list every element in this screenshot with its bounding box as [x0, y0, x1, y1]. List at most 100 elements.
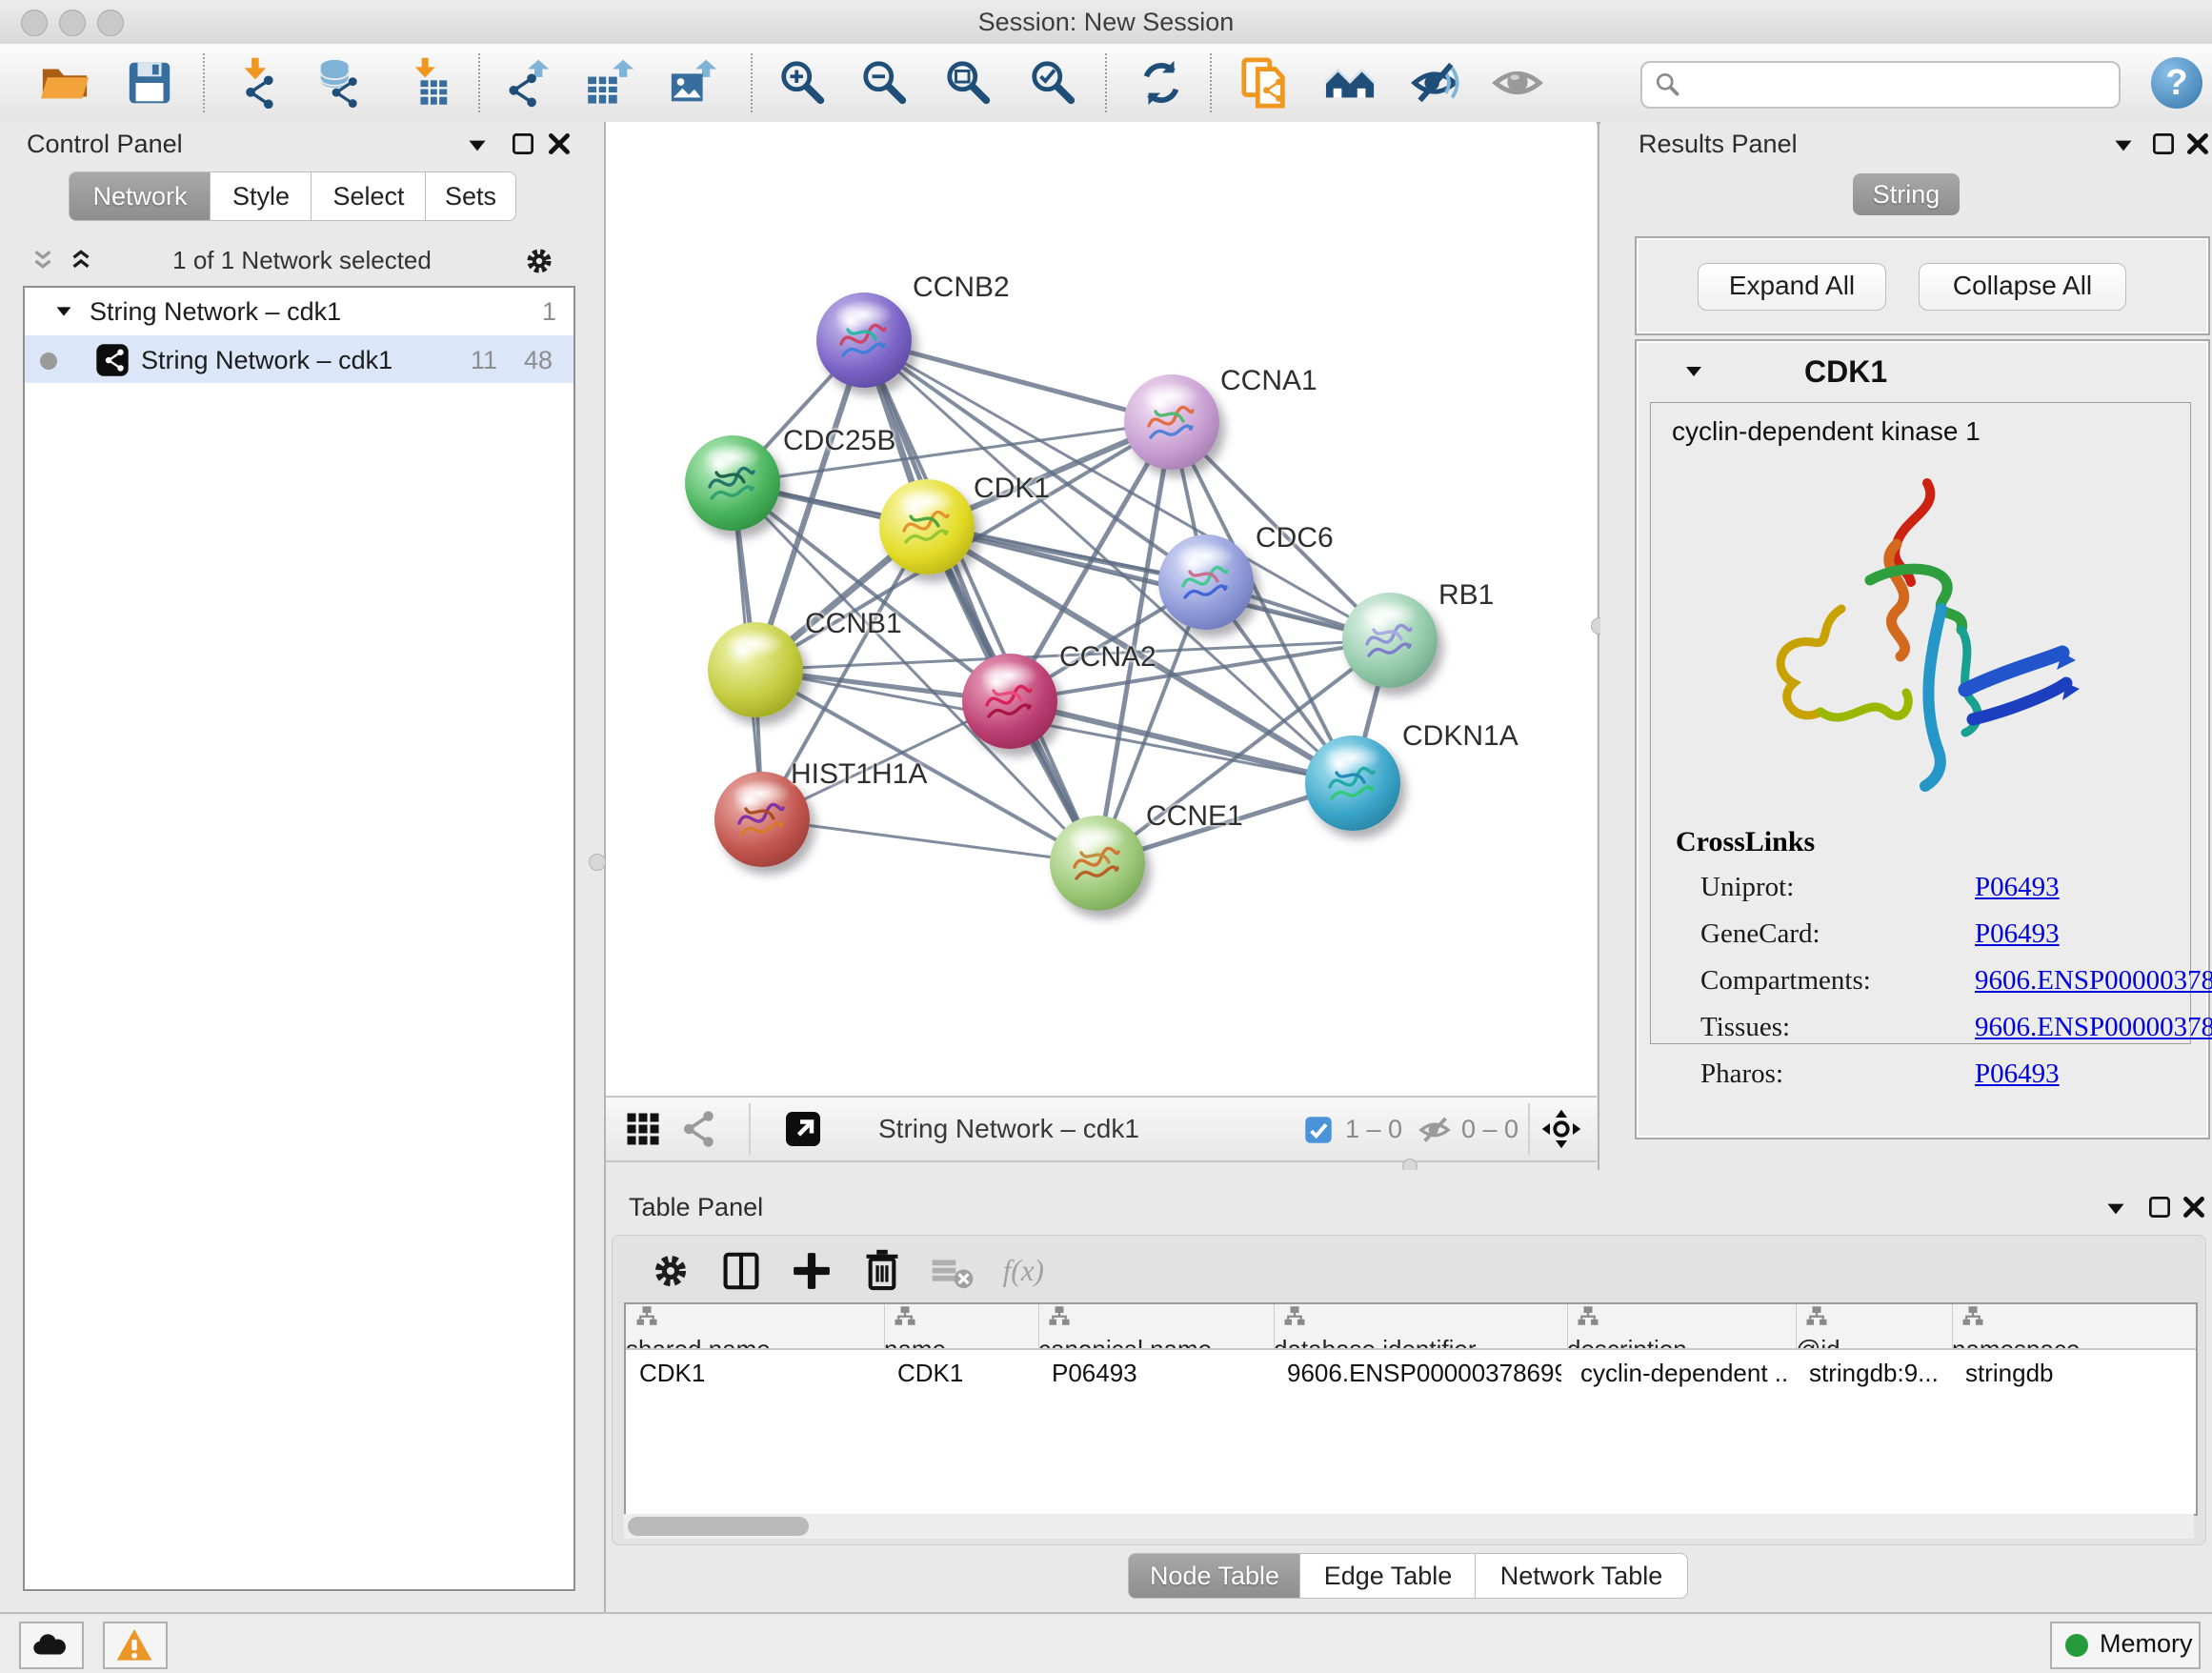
results-panel-float-icon[interactable]	[2109, 131, 2138, 160]
left-splitter-handle[interactable]	[589, 854, 606, 871]
expand-all-button[interactable]: Expand All	[1698, 263, 1886, 311]
birdseye-navigator-icon[interactable]	[1541, 1109, 1581, 1149]
selected-counter: 1 – 0	[1345, 1098, 1402, 1160]
crosslink-link[interactable]: P06493	[1975, 1058, 2060, 1090]
import-network-icon[interactable]	[231, 57, 283, 109]
home-icon[interactable]	[1325, 57, 1377, 109]
tab-string[interactable]: String	[1853, 173, 1960, 215]
scrollbar-thumb[interactable]	[628, 1517, 809, 1536]
network-options-gear-icon[interactable]	[522, 244, 556, 278]
table-horizontal-scrollbar[interactable]	[624, 1514, 2194, 1539]
column-header-description[interactable]: description	[1567, 1304, 1797, 1348]
column-header-canonical-name[interactable]: canonical name	[1038, 1304, 1275, 1348]
control-panel-float-icon[interactable]	[463, 131, 492, 160]
save-session-icon[interactable]	[124, 57, 175, 109]
network-node-rb1[interactable]	[1342, 593, 1438, 688]
network-canvas[interactable]: CCNB2 CCNA1 CDC25B CDK1 CDC6 RB1	[606, 122, 1597, 1096]
table-cell[interactable]: stringdb:9...	[1809, 1354, 1946, 1392]
table-cell[interactable]: CDK1	[897, 1354, 1033, 1392]
import-network-database-icon[interactable]	[314, 57, 366, 109]
warnings-button[interactable]	[103, 1622, 168, 1669]
export-table-icon[interactable]	[585, 57, 636, 109]
tab-sets[interactable]: Sets	[425, 171, 516, 221]
zoom-selected-icon[interactable]	[1028, 57, 1079, 109]
table-cell[interactable]: cyclin-dependent ...	[1580, 1354, 1790, 1392]
tab-edge-table[interactable]: Edge Table	[1299, 1553, 1477, 1599]
export-network-icon[interactable]	[502, 57, 553, 109]
tab-style[interactable]: Style	[210, 171, 312, 221]
detach-view-icon[interactable]	[783, 1109, 823, 1149]
network-tree-row[interactable]: String Network – cdk1 11 48	[25, 335, 573, 383]
tab-node-table[interactable]: Node Table	[1128, 1553, 1301, 1599]
collapse-all-button[interactable]: Collapse All	[1919, 263, 2126, 311]
network-node-ccne1[interactable]	[1050, 816, 1145, 911]
results-panel-maximize-icon[interactable]	[2149, 130, 2178, 158]
crosslink-label: Uniprot:	[1700, 872, 1794, 903]
network-tree-root-row[interactable]: String Network – cdk1 1	[25, 288, 573, 335]
control-panel-maximize-icon[interactable]	[509, 130, 537, 158]
network-node-cdc6[interactable]	[1158, 534, 1254, 630]
zoom-in-icon[interactable]	[777, 57, 829, 109]
column-header-database-identifier[interactable]: database identifier	[1274, 1304, 1568, 1348]
network-node-ccna2[interactable]	[962, 654, 1057, 749]
tab-network-table[interactable]: Network Table	[1475, 1553, 1688, 1599]
hide-selection-icon[interactable]	[1409, 57, 1460, 109]
import-table-icon[interactable]	[401, 57, 452, 109]
zoom-out-icon[interactable]	[859, 57, 911, 109]
results-panel: Results Panel String Expand All Collapse…	[1600, 122, 2212, 1170]
protein-collapse-caret-icon[interactable]	[1680, 358, 1707, 385]
crosslink-link[interactable]: P06493	[1975, 872, 2060, 903]
gear-icon[interactable]	[649, 1249, 693, 1293]
node-label-ccna1: CCNA1	[1220, 365, 1317, 397]
network-node-ccnb1[interactable]	[708, 622, 803, 717]
table-panel-close-icon[interactable]	[2180, 1193, 2208, 1221]
help-button[interactable]: ?	[2151, 57, 2202, 109]
show-grid-icon[interactable]	[623, 1109, 663, 1149]
table-panel-float-icon[interactable]	[2101, 1195, 2130, 1223]
column-header-shared-name[interactable]: shared name	[626, 1304, 885, 1348]
refresh-icon[interactable]	[1136, 57, 1187, 109]
search-box[interactable]	[1640, 61, 2121, 109]
selected-checkbox-icon[interactable]	[1303, 1115, 1334, 1145]
tab-network[interactable]: Network	[69, 171, 211, 221]
network-node-cdkn1a[interactable]	[1305, 736, 1400, 831]
export-image-icon[interactable]	[668, 57, 719, 109]
memory-button[interactable]: Memory	[2050, 1622, 2201, 1669]
clone-network-icon[interactable]	[1239, 57, 1291, 109]
column-header--id[interactable]: @id	[1796, 1304, 1953, 1348]
node-table[interactable]: shared namenamecanonical namedatabase id…	[624, 1302, 2198, 1516]
crosslink-link[interactable]: 9606.ENSP00000378699	[1975, 965, 2212, 997]
results-panel-close-icon[interactable]	[2183, 130, 2212, 158]
node-label-rb1: RB1	[1438, 579, 1494, 612]
crosslink-link[interactable]: 9606.ENSP00000378699	[1975, 1012, 2212, 1043]
add-icon[interactable]	[790, 1249, 834, 1293]
table-cell[interactable]: 9606.ENSP00000378699	[1287, 1354, 1561, 1392]
table-cell[interactable]: P06493	[1052, 1354, 1268, 1392]
show-all-icon[interactable]	[1492, 57, 1543, 109]
control-panel-close-icon[interactable]	[545, 130, 573, 158]
table-cell[interactable]: stringdb	[1965, 1354, 2198, 1392]
hidden-eye-slash-icon[interactable]	[1418, 1113, 1452, 1147]
tree-collapse-caret-icon[interactable]	[51, 299, 76, 324]
network-collection-count: 1	[542, 297, 556, 327]
delete-icon[interactable]	[860, 1249, 904, 1293]
vertical-splitter[interactable]	[1598, 122, 1599, 1170]
table-cell[interactable]: CDK1	[639, 1354, 878, 1392]
crosslink-link[interactable]: P06493	[1975, 918, 2060, 950]
network-node-ccnb2[interactable]	[816, 292, 912, 388]
open-session-icon[interactable]	[39, 57, 90, 109]
zoom-fit-icon[interactable]	[943, 57, 995, 109]
table-panel-maximize-icon[interactable]	[2145, 1193, 2174, 1221]
tab-select[interactable]: Select	[311, 171, 427, 221]
network-node-cdc25b[interactable]	[685, 435, 780, 531]
birdseye-share-icon[interactable]	[678, 1109, 718, 1149]
network-node-ccna1[interactable]	[1124, 374, 1219, 470]
toolbar-separator	[1210, 53, 1212, 112]
network-edge[interactable]	[762, 819, 1097, 863]
columns-icon[interactable]	[719, 1249, 763, 1293]
column-header-namespace[interactable]: namespace	[1952, 1304, 2198, 1348]
network-node-cdk1[interactable]	[879, 479, 975, 574]
cloud-button[interactable]	[19, 1622, 84, 1669]
column-header-name[interactable]: name	[884, 1304, 1039, 1348]
search-input[interactable]	[1692, 67, 2105, 101]
